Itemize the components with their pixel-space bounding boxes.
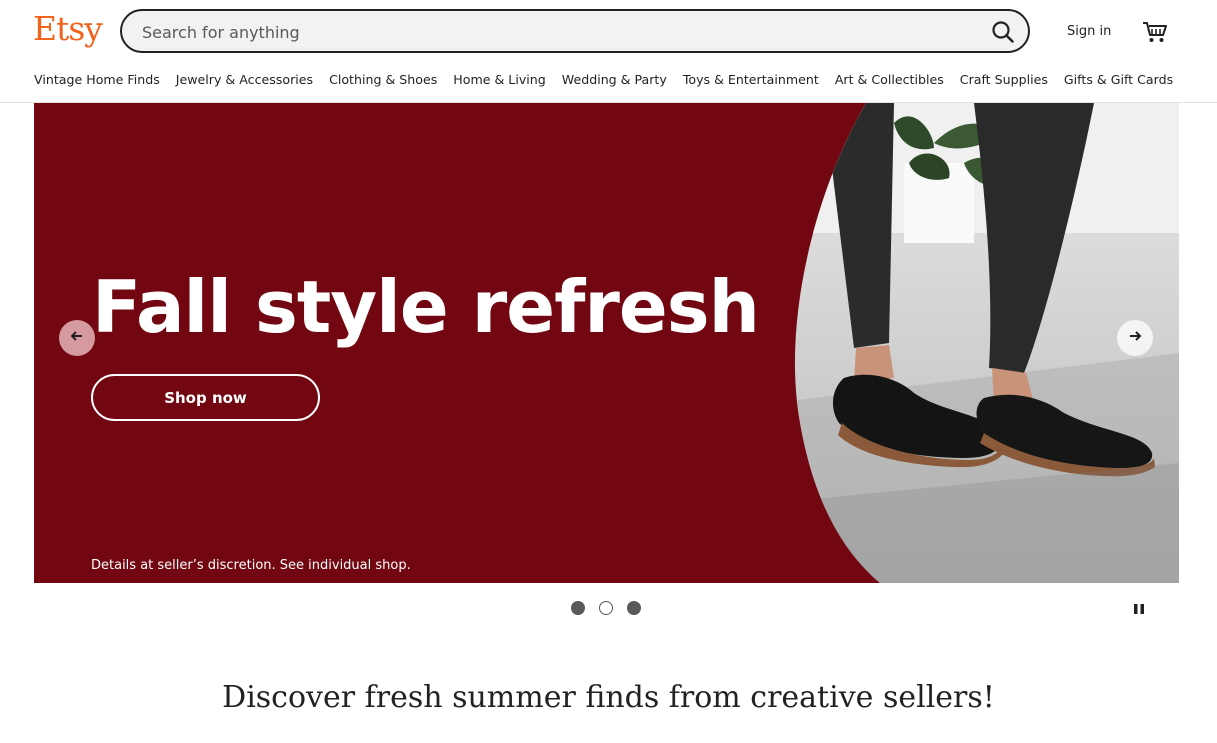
carousel-dot-2[interactable] <box>599 601 613 615</box>
carousel-prev-button[interactable] <box>59 320 95 356</box>
pause-icon[interactable] <box>1131 601 1147 617</box>
hero-banner: Fall style refresh Shop now Details at s… <box>34 103 1179 583</box>
sign-in-link[interactable]: Sign in <box>1067 24 1111 39</box>
carousel-dot-3[interactable] <box>627 601 641 615</box>
nav-item-clothing-shoes[interactable]: Clothing & Shoes <box>329 72 437 92</box>
carousel-dots <box>571 601 655 615</box>
nav-item-toys-entertainment[interactable]: Toys & Entertainment <box>683 72 819 92</box>
arrow-right-icon <box>1127 328 1143 348</box>
cart-icon[interactable] <box>1142 20 1168 44</box>
shop-now-button[interactable]: Shop now <box>91 374 320 421</box>
carousel-next-button[interactable] <box>1117 320 1153 356</box>
nav-item-vintage-home-finds[interactable]: Vintage Home Finds <box>34 72 160 92</box>
carousel-dot-1[interactable] <box>571 601 585 615</box>
nav-item-jewelry-accessories[interactable]: Jewelry & Accessories <box>176 72 313 92</box>
nav-item-home-living[interactable]: Home & Living <box>453 72 545 92</box>
nav-item-art-collectibles[interactable]: Art & Collectibles <box>835 72 944 92</box>
nav-item-craft-supplies[interactable]: Craft Supplies <box>960 72 1048 92</box>
hero-disclaimer: Details at seller’s discretion. See indi… <box>91 558 411 573</box>
search-icon[interactable] <box>990 19 1016 45</box>
section-headline: Discover fresh summer finds from creativ… <box>222 680 995 715</box>
nav-item-gifts-gift-cards[interactable]: Gifts & Gift Cards <box>1064 72 1173 92</box>
hero-title: Fall style refresh <box>92 265 760 349</box>
category-nav: Vintage Home Finds Jewelry & Accessories… <box>34 72 1173 92</box>
search-input[interactable] <box>140 11 964 53</box>
nav-item-wedding-party[interactable]: Wedding & Party <box>562 72 667 92</box>
arrow-left-icon <box>69 328 85 348</box>
site-header: Etsy Sign in Vintage Home Finds Jewelry … <box>0 0 1217 103</box>
search-bar[interactable] <box>120 9 1030 53</box>
etsy-logo[interactable]: Etsy <box>33 9 103 48</box>
